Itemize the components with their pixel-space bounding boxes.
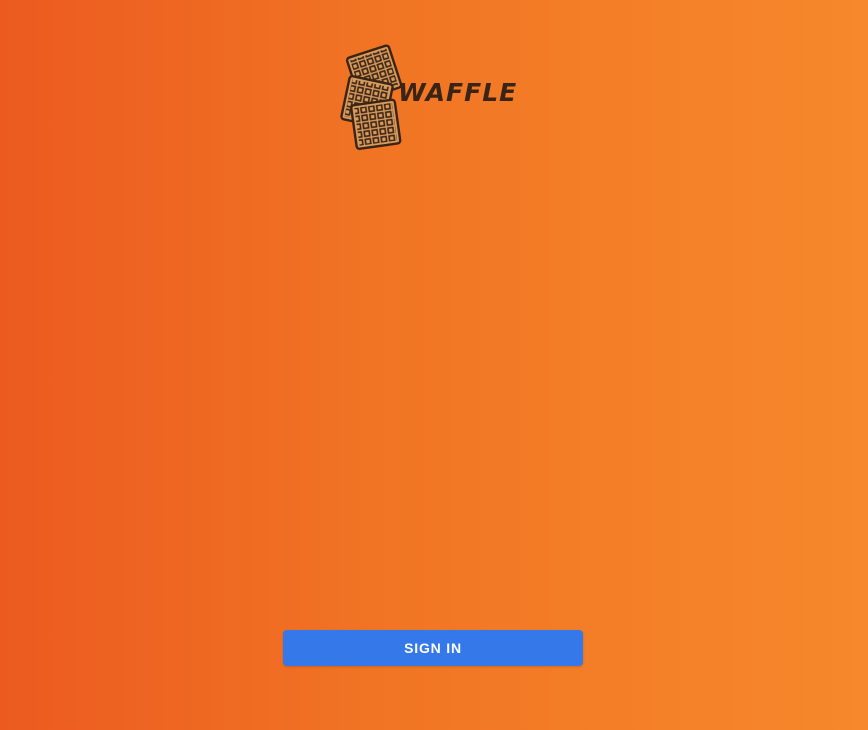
app-logo: WAFFLE: [338, 40, 516, 152]
login-screen: WAFFLE SIGN IN: [0, 0, 868, 730]
sign-in-button[interactable]: SIGN IN: [283, 630, 583, 666]
app-logo-text: WAFFLE: [398, 78, 518, 107]
